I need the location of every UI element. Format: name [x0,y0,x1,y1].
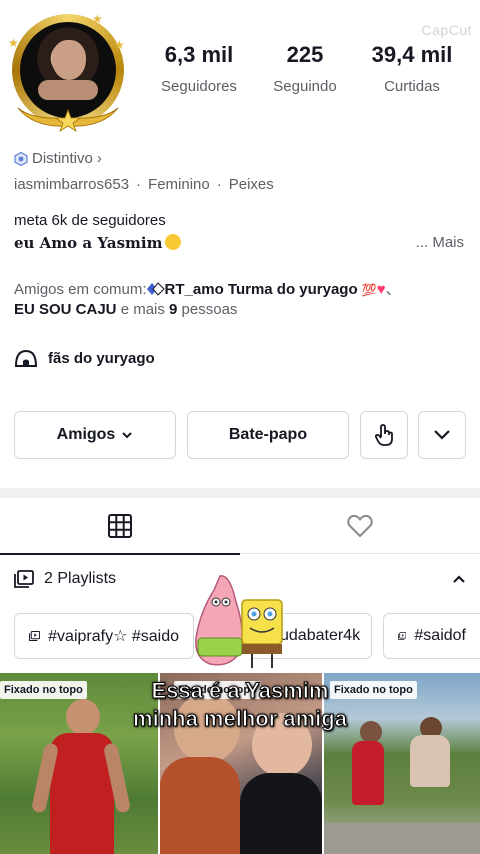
star-icon: ★ [8,36,19,50]
stat-following[interactable]: 225 Seguindo [248,42,362,95]
following-count: 225 [286,42,324,67]
person-shirt [160,757,240,854]
mutual-friend-name-2: EU SOU CAJU [14,301,117,318]
following-label: Seguindo [273,78,337,95]
heart-outline-icon [347,514,373,537]
person-black-shirt [240,773,322,854]
playlist-chip[interactable]: #vaiprafy☆ #saido [14,613,194,659]
profile-stats: 6,3 mil Seguidores 225 Seguindo 39,4 mil… [150,42,480,95]
playlists-label: 2 Playlists [44,570,117,587]
badge-hexagon-icon [14,151,28,166]
badge-label: Distintivo [32,150,93,167]
gender: Feminino [148,176,210,193]
followers-count: 6,3 mil [164,42,234,67]
fan-club-label: fãs do yuryago [48,349,155,367]
chat-button-label: Bate-papo [228,426,308,443]
active-tab-indicator [0,553,240,555]
chevron-down-icon [122,432,133,439]
chevron-down-icon [434,430,450,440]
more-options-button[interactable] [418,411,466,459]
bio-line-1: meta 6k de seguidores [14,212,166,229]
fan-club-link[interactable]: fãs do yuryago [14,348,155,368]
playlist-icon [14,570,34,588]
section-divider [0,488,480,498]
likes-label: Curtidas [384,78,440,95]
mutual-friends-line-2[interactable]: EU SOU CAJU e mais 9 pessoas [14,301,237,318]
poke-button[interactable] [360,411,408,459]
playlist-chip-label: udabater4k [280,627,361,644]
comma: 、 [385,281,401,298]
avatar-face [52,40,86,80]
tab-liked[interactable] [240,498,480,554]
playlist-icon [398,632,407,640]
content-tabs [0,498,480,555]
bio-line-2-text: eu Amo a Yasmim [14,234,163,252]
profile-meta: iasmimbarros653 · Feminino · Peixes [14,176,274,193]
playlist-chip-label: #saidof [414,627,466,644]
separator: · [216,176,222,193]
chat-button[interactable]: Bate-papo [187,411,349,459]
overlay-caption-line-1: Essa é a Yasmim [151,678,329,704]
stat-likes[interactable]: 39,4 mil Curtidas [362,42,462,95]
pink-heart-icon: ♥ [376,281,386,298]
friends-button[interactable]: Amigos [14,411,176,459]
mutual-friends-line-1[interactable]: Amigos em comum: RT_amo Turma do yuryago … [14,278,401,299]
igloo-icon [14,349,38,367]
cartoon-sticker-icon [195,575,283,668]
username: iasmimbarros653 [14,176,130,193]
chevron-up-icon [453,575,465,583]
mutual-friends-prefix: Amigos em comum: [14,281,147,298]
person-hoodie [410,735,450,787]
mutual-friends-middle: e mais [116,301,170,318]
zodiac-sign: Peixes [228,176,274,193]
person-red-dress [352,741,384,805]
stat-followers[interactable]: 6,3 mil Seguidores [150,42,248,95]
grid-icon [108,514,132,538]
laurel-icon [17,107,119,132]
playlist-icon [29,631,41,641]
mutual-friend-name-1: RT_amo Turma do yuryago [164,281,358,298]
star-icon: ★ [114,38,125,52]
friends-button-label: Amigos [56,426,116,443]
pointing-hand-icon [374,424,393,446]
ground [324,823,480,854]
avatar-hand [38,80,98,100]
playlist-chip-label: #vaiprafy☆ #saido [48,628,179,645]
diamond-emoji-icon [146,282,165,296]
capcut-watermark: CapCut [421,22,472,38]
profile-avatar[interactable]: ★ ★ ★ [6,10,128,132]
playlist-chip[interactable]: #saidof [383,613,480,659]
bio-line-2: eu Amo a Yasmim [14,234,181,252]
likes-count: 39,4 mil [371,42,453,67]
followers-label: Seguidores [161,78,237,95]
hundred-emoji-icon: 💯 [361,283,377,297]
smiley-emoji-icon [164,234,181,250]
badge-link[interactable]: Distintivo › [14,150,102,167]
mutual-friends-suffix: pessoas [177,301,238,318]
star-icon: ★ [92,12,103,26]
tab-videos[interactable] [0,498,240,555]
more-link[interactable]: ... Mais [416,234,464,251]
chevron-right-icon: › [96,150,102,167]
overlay-caption-line-2: minha melhor amiga [133,706,348,732]
separator: · [136,176,142,193]
